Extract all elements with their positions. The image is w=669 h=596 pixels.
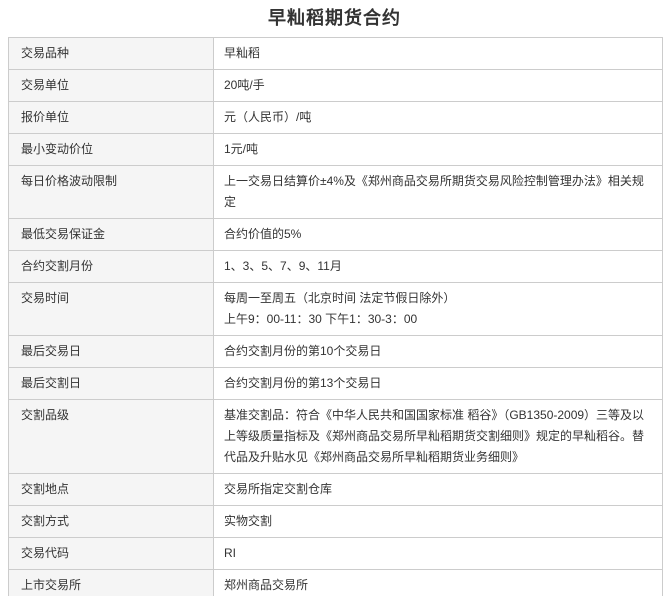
table-row: 最低交易保证金 合约价值的5% bbox=[9, 219, 663, 251]
table-row: 交易时间 每周一至周五（北京时间 法定节假日除外） 上午9：00-11：30 下… bbox=[9, 283, 663, 336]
row-label: 交易时间 bbox=[9, 283, 214, 336]
table-row: 交易品种 早籼稻 bbox=[9, 38, 663, 70]
table-row: 报价单位 元（人民币）/吨 bbox=[9, 102, 663, 134]
row-label-text: 报价单位 bbox=[21, 110, 69, 124]
row-label: 每日价格波动限制 bbox=[9, 166, 214, 219]
row-value-text: 早籼稻 bbox=[224, 46, 260, 60]
row-label: 合约交割月份 bbox=[9, 251, 214, 283]
table-row: 最小变动价位 1元/吨 bbox=[9, 134, 663, 166]
row-label-text: 最后交割日 bbox=[21, 376, 81, 390]
row-value: 早籼稻 bbox=[214, 38, 663, 70]
row-value-text: 上一交易日结算价±4%及《郑州商品交易所期货交易风险控制管理办法》相关规定 bbox=[224, 174, 644, 209]
row-label: 交割地点 bbox=[9, 474, 214, 506]
table-row: 最后交割日 合约交割月份的第13个交易日 bbox=[9, 368, 663, 400]
row-label-text: 上市交易所 bbox=[21, 578, 81, 592]
row-value: 1、3、5、7、9、11月 bbox=[214, 251, 663, 283]
row-label: 最低交易保证金 bbox=[9, 219, 214, 251]
row-value-text: 元（人民币）/吨 bbox=[224, 110, 311, 124]
row-value: 合约价值的5% bbox=[214, 219, 663, 251]
row-value: 实物交割 bbox=[214, 506, 663, 538]
row-value-text: 1、3、5、7、9、11月 bbox=[224, 259, 342, 273]
row-value-text: 合约交割月份的第10个交易日 bbox=[224, 344, 381, 358]
row-value-text: 实物交割 bbox=[224, 514, 272, 528]
table-row: 交割品级 基准交割品：符合《中华人民共和国国家标准 稻谷》（GB1350-200… bbox=[9, 400, 663, 474]
row-value: 合约交割月份的第10个交易日 bbox=[214, 336, 663, 368]
table-row: 最后交易日 合约交割月份的第10个交易日 bbox=[9, 336, 663, 368]
page-title: 早籼稻期货合约 bbox=[0, 7, 669, 29]
row-value-text: 交易所指定交割仓库 bbox=[224, 482, 332, 496]
row-value: RI bbox=[214, 538, 663, 570]
table-row: 上市交易所 郑州商品交易所 bbox=[9, 570, 663, 596]
row-value-text: 20吨/手 bbox=[224, 78, 265, 92]
row-value: 每周一至周五（北京时间 法定节假日除外） 上午9：00-11：30 下午1：30… bbox=[214, 283, 663, 336]
row-value-text: 郑州商品交易所 bbox=[224, 578, 308, 592]
contract-spec-table: 交易品种 早籼稻 交易单位 20吨/手 报价单位 元（人民币）/吨 最小变动价位… bbox=[8, 37, 663, 596]
table-row: 每日价格波动限制 上一交易日结算价±4%及《郑州商品交易所期货交易风险控制管理办… bbox=[9, 166, 663, 219]
row-value: 郑州商品交易所 bbox=[214, 570, 663, 596]
row-value: 基准交割品：符合《中华人民共和国国家标准 稻谷》（GB1350-2009）三等及… bbox=[214, 400, 663, 474]
row-label-text: 最小变动价位 bbox=[21, 142, 93, 156]
table-row: 合约交割月份 1、3、5、7、9、11月 bbox=[9, 251, 663, 283]
table-row: 交易单位 20吨/手 bbox=[9, 70, 663, 102]
page: 早籼稻期货合约 交易品种 早籼稻 交易单位 20吨/手 报价单位 元（人民币）/… bbox=[0, 0, 669, 596]
row-label-text: 交易品种 bbox=[21, 46, 69, 60]
row-value-text: 合约价值的5% bbox=[224, 227, 301, 241]
row-label-text: 交易时间 bbox=[21, 291, 69, 305]
row-label: 最后交割日 bbox=[9, 368, 214, 400]
row-label-text: 交割地点 bbox=[21, 482, 69, 496]
row-label-text: 每日价格波动限制 bbox=[21, 174, 117, 188]
row-value-text: 基准交割品：符合《中华人民共和国国家标准 稻谷》（GB1350-2009）三等及… bbox=[224, 408, 644, 464]
row-label: 交易品种 bbox=[9, 38, 214, 70]
row-value: 合约交割月份的第13个交易日 bbox=[214, 368, 663, 400]
row-value: 1元/吨 bbox=[214, 134, 663, 166]
row-label-text: 交割方式 bbox=[21, 514, 69, 528]
row-label: 最后交易日 bbox=[9, 336, 214, 368]
row-label: 交易代码 bbox=[9, 538, 214, 570]
row-label: 交割方式 bbox=[9, 506, 214, 538]
row-value: 20吨/手 bbox=[214, 70, 663, 102]
table-row: 交割地点 交易所指定交割仓库 bbox=[9, 474, 663, 506]
table-row: 交易代码 RI bbox=[9, 538, 663, 570]
row-label: 交易单位 bbox=[9, 70, 214, 102]
row-label-text: 交易单位 bbox=[21, 78, 69, 92]
row-label: 交割品级 bbox=[9, 400, 214, 474]
row-value: 元（人民币）/吨 bbox=[214, 102, 663, 134]
row-value-text: RI bbox=[224, 546, 236, 560]
row-label-text: 最后交易日 bbox=[21, 344, 81, 358]
row-label: 报价单位 bbox=[9, 102, 214, 134]
row-label-text: 最低交易保证金 bbox=[21, 227, 105, 241]
row-label: 最小变动价位 bbox=[9, 134, 214, 166]
table-row: 交割方式 实物交割 bbox=[9, 506, 663, 538]
row-label-text: 交易代码 bbox=[21, 546, 69, 560]
row-value-text: 合约交割月份的第13个交易日 bbox=[224, 376, 381, 390]
row-label-text: 合约交割月份 bbox=[21, 259, 93, 273]
row-value-text: 每周一至周五（北京时间 法定节假日除外） 上午9：00-11：30 下午1：30… bbox=[224, 291, 455, 326]
row-value: 交易所指定交割仓库 bbox=[214, 474, 663, 506]
row-label: 上市交易所 bbox=[9, 570, 214, 596]
row-value-text: 1元/吨 bbox=[224, 142, 258, 156]
row-label-text: 交割品级 bbox=[21, 408, 69, 422]
row-value: 上一交易日结算价±4%及《郑州商品交易所期货交易风险控制管理办法》相关规定 bbox=[214, 166, 663, 219]
